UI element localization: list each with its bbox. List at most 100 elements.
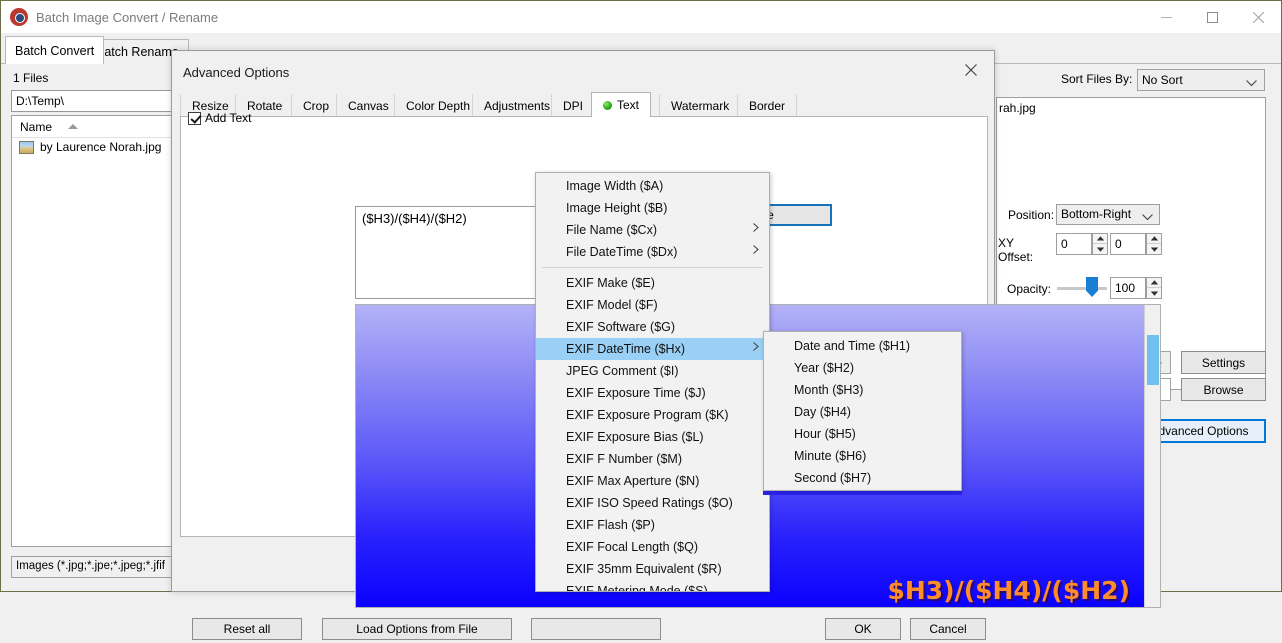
- spin-up-icon[interactable]: [1147, 278, 1161, 288]
- tab-color-depth-label: Color Depth: [406, 99, 470, 113]
- submenu-item[interactable]: Month ($H3): [764, 379, 961, 401]
- menu-item[interactable]: EXIF Focal Length ($Q): [536, 536, 769, 558]
- tab-dpi[interactable]: DPI: [551, 94, 595, 117]
- load-options-from-file-button[interactable]: Load Options from File: [322, 618, 512, 640]
- tab-batch-convert-label: Batch Convert: [15, 44, 94, 58]
- menu-item[interactable]: Image Height ($B): [536, 197, 769, 219]
- tab-adjustments-label: Adjustments: [484, 99, 550, 113]
- position-label: Position:: [1008, 208, 1054, 222]
- browse-button-label: Browse: [1203, 383, 1243, 397]
- menu-separator: [542, 267, 763, 268]
- close-button[interactable]: [1235, 1, 1281, 33]
- file-filter-combo[interactable]: Images (*.jpg;*.jpe;*.jpeg;*.jfif: [11, 556, 173, 578]
- submenu-item[interactable]: Minute ($H6): [764, 445, 961, 467]
- menu-item[interactable]: EXIF Exposure Bias ($L): [536, 426, 769, 448]
- chevron-right-icon: [753, 342, 759, 354]
- tab-rotate-label: Rotate: [247, 99, 282, 113]
- tab-border[interactable]: Border: [737, 94, 797, 117]
- tab-canvas[interactable]: Canvas: [336, 94, 401, 117]
- menu-item[interactable]: EXIF DateTime ($Hx): [536, 338, 769, 360]
- menu-item[interactable]: JPEG Comment ($I): [536, 360, 769, 382]
- opacity-stepper[interactable]: 100: [1110, 277, 1162, 299]
- submenu-item[interactable]: Hour ($H5): [764, 423, 961, 445]
- xy-offset-y-value: 0: [1115, 237, 1122, 251]
- submenu-item[interactable]: Second ($H7): [764, 467, 961, 489]
- cancel-button[interactable]: Cancel: [910, 618, 986, 640]
- menu-item[interactable]: File DateTime ($Dx): [536, 241, 769, 263]
- xy-offset-y-spin-buttons[interactable]: [1146, 233, 1162, 255]
- submenu-item-label: Year ($H2): [794, 361, 854, 375]
- submenu-item[interactable]: Day ($H4): [764, 401, 961, 423]
- sort-files-label: Sort Files By:: [1061, 72, 1132, 86]
- spin-up-icon[interactable]: [1147, 234, 1161, 244]
- dialog-title: Advanced Options: [183, 65, 289, 80]
- chevron-down-icon: [1246, 76, 1257, 90]
- preview-vertical-scrollbar[interactable]: [1144, 305, 1160, 607]
- sort-files-combo[interactable]: No Sort: [1137, 69, 1265, 91]
- menu-item[interactable]: EXIF Max Aperture ($N): [536, 470, 769, 492]
- tab-adjustments[interactable]: Adjustments: [472, 94, 562, 117]
- tab-color-depth[interactable]: Color Depth: [394, 94, 482, 117]
- submenu-item-label: Date and Time ($H1): [794, 339, 910, 353]
- opacity-value: 100: [1115, 281, 1135, 295]
- xy-offset-y-stepper[interactable]: 0: [1110, 233, 1162, 255]
- menu-item[interactable]: EXIF Flash ($P): [536, 514, 769, 536]
- submenu-item-label: Day ($H4): [794, 405, 851, 419]
- menu-item[interactable]: EXIF F Number ($M): [536, 448, 769, 470]
- xy-offset-x-spin-buttons[interactable]: [1092, 233, 1108, 255]
- sort-ascending-icon: [68, 124, 78, 129]
- menu-item[interactable]: EXIF Metering Mode ($S): [536, 580, 769, 592]
- active-tab-indicator-icon: [603, 101, 612, 110]
- menu-item-label: EXIF Exposure Time ($J): [566, 386, 706, 400]
- save-options-button[interactable]: [531, 618, 661, 640]
- tab-text-label: Text: [617, 98, 639, 112]
- list-item[interactable]: by Laurence Norah.jpg: [12, 138, 172, 156]
- xy-offset-label: XY Offset:: [998, 236, 1033, 264]
- insert-variable-menu: Image Width ($A)Image Height ($B)File Na…: [535, 172, 770, 592]
- opacity-slider-track[interactable]: [1057, 287, 1107, 290]
- submenu-item[interactable]: Date and Time ($H1): [764, 335, 961, 357]
- opacity-label: Opacity:: [1007, 282, 1051, 296]
- menu-item[interactable]: Image Width ($A): [536, 175, 769, 197]
- submenu-item[interactable]: Year ($H2): [764, 357, 961, 379]
- tab-crop[interactable]: Crop: [291, 94, 341, 117]
- dialog-close-icon[interactable]: [954, 56, 988, 84]
- maximize-button[interactable]: [1189, 1, 1235, 33]
- menu-item[interactable]: EXIF Model ($F): [536, 294, 769, 316]
- browse-button[interactable]: Browse: [1181, 378, 1266, 401]
- spin-down-icon[interactable]: [1147, 244, 1161, 254]
- source-file-list[interactable]: Name by Laurence Norah.jpg: [11, 115, 173, 547]
- opacity-spin-buttons[interactable]: [1146, 277, 1162, 299]
- scrollbar-thumb[interactable]: [1147, 335, 1159, 385]
- menu-item-label: EXIF Focal Length ($Q): [566, 540, 698, 554]
- menu-item[interactable]: EXIF ISO Speed Ratings ($O): [536, 492, 769, 514]
- menu-item[interactable]: File Name ($Cx): [536, 219, 769, 241]
- ok-label: OK: [854, 622, 871, 636]
- title-bar: Batch Image Convert / Rename: [1, 1, 1281, 33]
- file-list-header[interactable]: Name: [12, 116, 172, 138]
- spin-down-icon[interactable]: [1147, 288, 1161, 298]
- tab-watermark[interactable]: Watermark: [659, 94, 741, 117]
- menu-item-label: JPEG Comment ($I): [566, 364, 679, 378]
- menu-item[interactable]: EXIF 35mm Equivalent ($R): [536, 558, 769, 580]
- menu-item[interactable]: EXIF Software ($G): [536, 316, 769, 338]
- image-thumbnail-icon: [19, 141, 34, 154]
- position-combo[interactable]: Bottom-Right: [1056, 204, 1160, 225]
- minimize-button[interactable]: [1143, 1, 1189, 33]
- menu-item[interactable]: EXIF Exposure Program ($K): [536, 404, 769, 426]
- sort-files-value: No Sort: [1142, 73, 1183, 87]
- spin-down-icon[interactable]: [1093, 244, 1107, 254]
- xy-offset-x-stepper[interactable]: 0: [1056, 233, 1108, 255]
- ok-button[interactable]: OK: [825, 618, 901, 640]
- list-item[interactable]: rah.jpg: [997, 98, 1265, 115]
- exif-datetime-submenu: Date and Time ($H1) Year ($H2) Month ($H3)…: [763, 331, 962, 491]
- menu-item[interactable]: EXIF Make ($E): [536, 272, 769, 294]
- menu-item[interactable]: EXIF Exposure Time ($J): [536, 382, 769, 404]
- reset-all-button[interactable]: Reset all: [192, 618, 302, 640]
- add-text-checkbox[interactable]: Add Text: [188, 111, 251, 125]
- tab-text[interactable]: Text: [591, 92, 651, 117]
- spin-up-icon[interactable]: [1093, 234, 1107, 244]
- tab-batch-convert[interactable]: Batch Convert: [5, 36, 104, 64]
- settings-button[interactable]: Settings: [1181, 351, 1266, 374]
- tab-crop-label: Crop: [303, 99, 329, 113]
